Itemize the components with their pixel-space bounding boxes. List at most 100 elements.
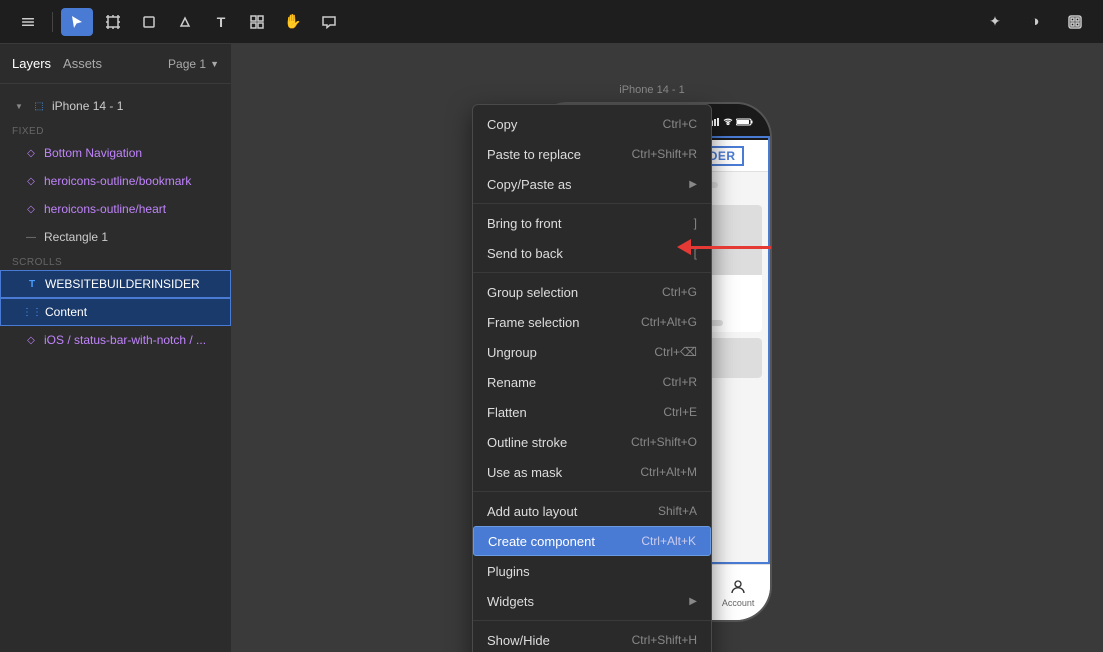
menu-send-back[interactable]: Send to back [ xyxy=(473,238,711,268)
diamond-icon-2: ◇ xyxy=(24,174,38,188)
menu-plugins-label: Plugins xyxy=(487,564,697,579)
layer-websitebuilder[interactable]: T WEBSITEBUILDERINSIDER xyxy=(0,270,231,298)
frame-tool-button[interactable] xyxy=(97,8,129,36)
section-fixed: FIXED xyxy=(0,120,231,139)
menu-widgets[interactable]: Widgets ▶ xyxy=(473,586,711,616)
nav-account-label: Account xyxy=(722,598,755,608)
menu-bring-front[interactable]: Bring to front ] xyxy=(473,208,711,238)
menu-show-hide[interactable]: Show/Hide Ctrl+Shift+H xyxy=(473,625,711,652)
menu-group-label: Group selection xyxy=(487,285,662,300)
menu-plugins[interactable]: Plugins xyxy=(473,556,711,586)
menu-add-auto-layout-shortcut: Shift+A xyxy=(658,504,697,518)
menu-create-component-label: Create component xyxy=(488,534,641,549)
menu-paste-replace-label: Paste to replace xyxy=(487,147,632,162)
menu-outline-stroke[interactable]: Outline stroke Ctrl+Shift+O xyxy=(473,427,711,457)
layer-label: iOS / status-bar-with-notch / ... xyxy=(44,333,206,347)
menu-outline-stroke-shortcut: Ctrl+Shift+O xyxy=(631,435,697,449)
frame-icon: ⬚ xyxy=(32,99,46,113)
tab-layers[interactable]: Layers xyxy=(12,52,51,75)
theme-toggle-button[interactable]: ◑ xyxy=(1019,8,1051,36)
menu-create-component[interactable]: Create component Ctrl+Alt+K xyxy=(473,526,711,556)
menu-copy-paste-as[interactable]: Copy/Paste as ▶ xyxy=(473,169,711,199)
battery-icon xyxy=(736,118,754,126)
zoom-button[interactable] xyxy=(1059,8,1091,36)
menu-sep-3 xyxy=(473,491,711,492)
chevron-icon: ▼ xyxy=(210,59,219,69)
menu-copy[interactable]: Copy Ctrl+C xyxy=(473,109,711,139)
diamond-icon: ◇ xyxy=(24,146,38,160)
layer-label: heroicons-outline/heart xyxy=(44,202,166,216)
page-selector-label: Page 1 xyxy=(168,57,206,71)
hand-tool-button[interactable]: ✋ xyxy=(277,8,309,36)
menu-group[interactable]: Group selection Ctrl+G xyxy=(473,277,711,307)
layer-rectangle[interactable]: — Rectangle 1 xyxy=(0,223,231,251)
menu-add-auto-layout[interactable]: Add auto layout Shift+A xyxy=(473,496,711,526)
menu-use-as-mask-label: Use as mask xyxy=(487,465,640,480)
menu-rename[interactable]: Rename Ctrl+R xyxy=(473,367,711,397)
menu-sep-1 xyxy=(473,203,711,204)
menu-bring-front-label: Bring to front xyxy=(487,216,694,231)
layer-label: WEBSITEBUILDERINSIDER xyxy=(45,277,200,291)
phone-title: iPhone 14 - 1 xyxy=(619,84,684,96)
layer-iphone14[interactable]: ▼ ⬚ iPhone 14 - 1 xyxy=(0,92,231,120)
menu-flatten[interactable]: Flatten Ctrl+E xyxy=(473,397,711,427)
page-selector[interactable]: Page 1 ▼ xyxy=(168,57,219,71)
menu-ungroup-shortcut: Ctrl+⌫ xyxy=(654,345,697,359)
arrow-right-icon-2: ▶ xyxy=(689,596,697,607)
menu-copy-label: Copy xyxy=(487,117,663,132)
menu-use-as-mask[interactable]: Use as mask Ctrl+Alt+M xyxy=(473,457,711,487)
menu-frame[interactable]: Frame selection Ctrl+Alt+G xyxy=(473,307,711,337)
toolbar-divider-1 xyxy=(52,12,53,32)
layer-status-bar[interactable]: ◇ iOS / status-bar-with-notch / ... xyxy=(0,326,231,354)
diamond-icon-4: ◇ xyxy=(24,333,38,347)
layer-label: heroicons-outline/bookmark xyxy=(44,174,191,188)
pen-tool-button[interactable] xyxy=(169,8,201,36)
layer-label: iPhone 14 - 1 xyxy=(52,99,123,113)
text-icon: T xyxy=(25,277,39,291)
collapse-icon: ▼ xyxy=(12,99,26,113)
menu-copy-shortcut: Ctrl+C xyxy=(663,117,697,131)
nav-account: Account xyxy=(722,578,755,608)
menu-create-component-shortcut: Ctrl+Alt+K xyxy=(641,534,696,548)
menu-ungroup-label: Ungroup xyxy=(487,345,654,360)
account-icon xyxy=(729,578,747,596)
layer-label: Bottom Navigation xyxy=(44,146,142,160)
layer-bottom-nav[interactable]: ◇ Bottom Navigation xyxy=(0,139,231,167)
menu-rename-label: Rename xyxy=(487,375,663,390)
cursor-tool-button[interactable] xyxy=(61,8,93,36)
menu-outline-stroke-label: Outline stroke xyxy=(487,435,631,450)
toolbar-left-tools: T ✋ xyxy=(12,8,345,36)
sparkle-button[interactable]: ✦ xyxy=(979,8,1011,36)
menu-button[interactable] xyxy=(12,8,44,36)
canvas[interactable]: Copy Ctrl+C Paste to replace Ctrl+Shift+… xyxy=(232,44,1103,652)
section-scrolls: SCROLLS xyxy=(0,251,231,270)
menu-rename-shortcut: Ctrl+R xyxy=(663,375,697,389)
menu-paste-replace[interactable]: Paste to replace Ctrl+Shift+R xyxy=(473,139,711,169)
text-tool-button[interactable]: T xyxy=(205,8,237,36)
sidebar-header: Layers Assets Page 1 ▼ xyxy=(0,44,231,84)
layer-content[interactable]: ⋮⋮ Content xyxy=(0,298,231,326)
layer-heart[interactable]: ◇ heroicons-outline/heart xyxy=(0,195,231,223)
line-icon: — xyxy=(24,230,38,244)
menu-send-back-label: Send to back xyxy=(487,246,694,261)
toolbar-right: ✦ ◑ xyxy=(979,8,1091,36)
menu-frame-shortcut: Ctrl+Alt+G xyxy=(641,315,697,329)
menu-ungroup[interactable]: Ungroup Ctrl+⌫ xyxy=(473,337,711,367)
layer-bookmark[interactable]: ◇ heroicons-outline/bookmark xyxy=(0,167,231,195)
comment-tool-button[interactable] xyxy=(313,8,345,36)
toolbar: T ✋ ✦ ◑ xyxy=(0,0,1103,44)
arrow-indicator xyxy=(677,239,771,255)
menu-widgets-label: Widgets xyxy=(487,594,689,609)
diamond-icon-3: ◇ xyxy=(24,202,38,216)
menu-sep-4 xyxy=(473,620,711,621)
component-tool-button[interactable] xyxy=(241,8,273,36)
tab-assets[interactable]: Assets xyxy=(63,52,102,75)
context-menu: Copy Ctrl+C Paste to replace Ctrl+Shift+… xyxy=(472,104,712,652)
shape-tool-button[interactable] xyxy=(133,8,165,36)
menu-flatten-label: Flatten xyxy=(487,405,663,420)
arrow-right-icon: ▶ xyxy=(689,179,697,190)
menu-bring-front-shortcut: ] xyxy=(694,216,697,230)
menu-frame-label: Frame selection xyxy=(487,315,641,330)
menu-group-shortcut: Ctrl+G xyxy=(662,285,697,299)
layers-panel: ▼ ⬚ iPhone 14 - 1 FIXED ◇ Bottom Navigat… xyxy=(0,84,231,652)
